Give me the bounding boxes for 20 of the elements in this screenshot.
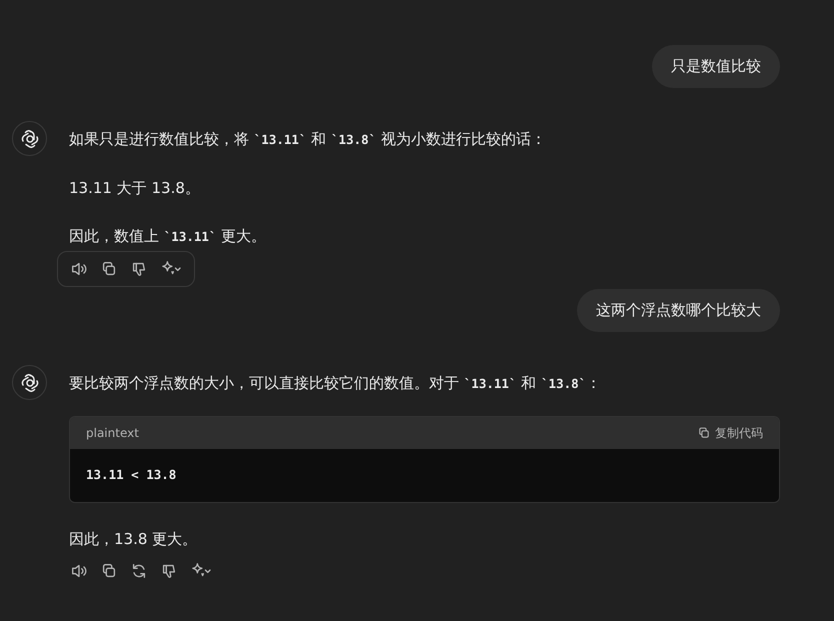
refresh-icon [130,562,148,580]
speaker-icon [70,260,88,278]
copy-icon [697,426,711,440]
knot-logo-icon [20,372,40,392]
code-text: 13.11 < 13.8 [86,467,176,482]
thumbs-down-icon [160,562,178,580]
message-text: 因此，13.8 更大。 [69,529,198,550]
speaker-icon [70,562,88,580]
thumbs-down-icon [130,260,148,278]
message-text: 因此，数值上 `13.11` 更大。 [69,226,268,247]
message-text: 要比较两个浮点数的大小，可以直接比较它们的数值。对于 `13.11` 和 `13.8`： [69,373,602,394]
copy-icon [100,260,118,278]
copy-code-button[interactable]: 复制代码 [697,424,763,442]
knot-logo-icon [20,128,40,148]
copy-icon [100,562,118,580]
user-message: 这两个浮点数哪个比较大 [577,289,780,332]
message-text: 如果只是进行数值比较，将 `13.11` 和 `13.8` 视为小数进行比较的话： [69,129,547,150]
user-message: 只是数值比较 [652,45,780,88]
message-text: 13.11 大于 13.8。 [69,178,201,199]
code-language: plaintext [86,426,139,440]
